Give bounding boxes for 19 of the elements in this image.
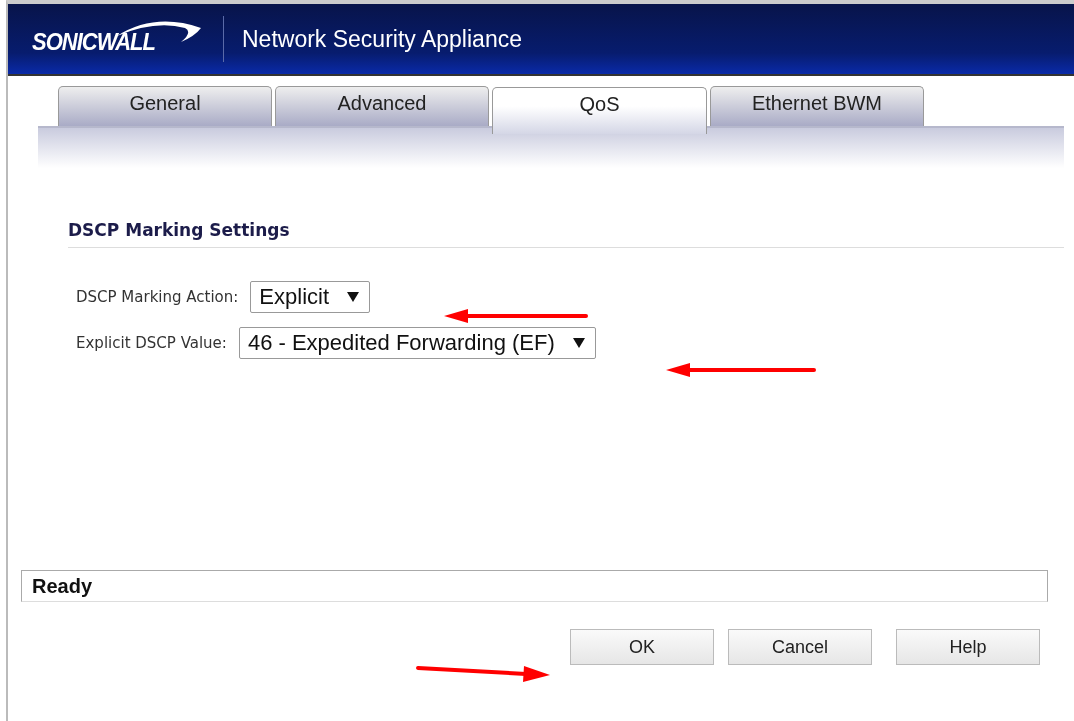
logo: SONICWALL — [32, 27, 155, 57]
tab[interactable]: Ethernet BWM — [710, 86, 924, 126]
status-bar: Ready — [21, 570, 1048, 602]
field-label: DSCP Marking Action: — [76, 288, 239, 306]
tab[interactable]: Advanced — [275, 86, 489, 126]
field-label: Explicit DSCP Value: — [76, 334, 227, 352]
arrow-icon — [444, 308, 588, 324]
dropdown[interactable]: Explicit — [250, 281, 371, 313]
tab[interactable]: QoS — [492, 87, 707, 134]
dialog-button[interactable]: Cancel — [728, 629, 872, 665]
section-title: DSCP Marking Settings — [68, 220, 1064, 248]
dialog-button[interactable]: Help — [896, 629, 1040, 665]
caret-icon — [347, 292, 360, 302]
dialog-button[interactable]: OK — [570, 629, 714, 665]
dropdown[interactable]: 46 - Expedited Forwarding (EF) — [238, 327, 596, 359]
arrow-icon — [666, 362, 816, 378]
tab[interactable]: General — [58, 86, 272, 126]
app-title: Network Security Appliance — [242, 25, 522, 53]
caret-icon — [572, 338, 585, 348]
